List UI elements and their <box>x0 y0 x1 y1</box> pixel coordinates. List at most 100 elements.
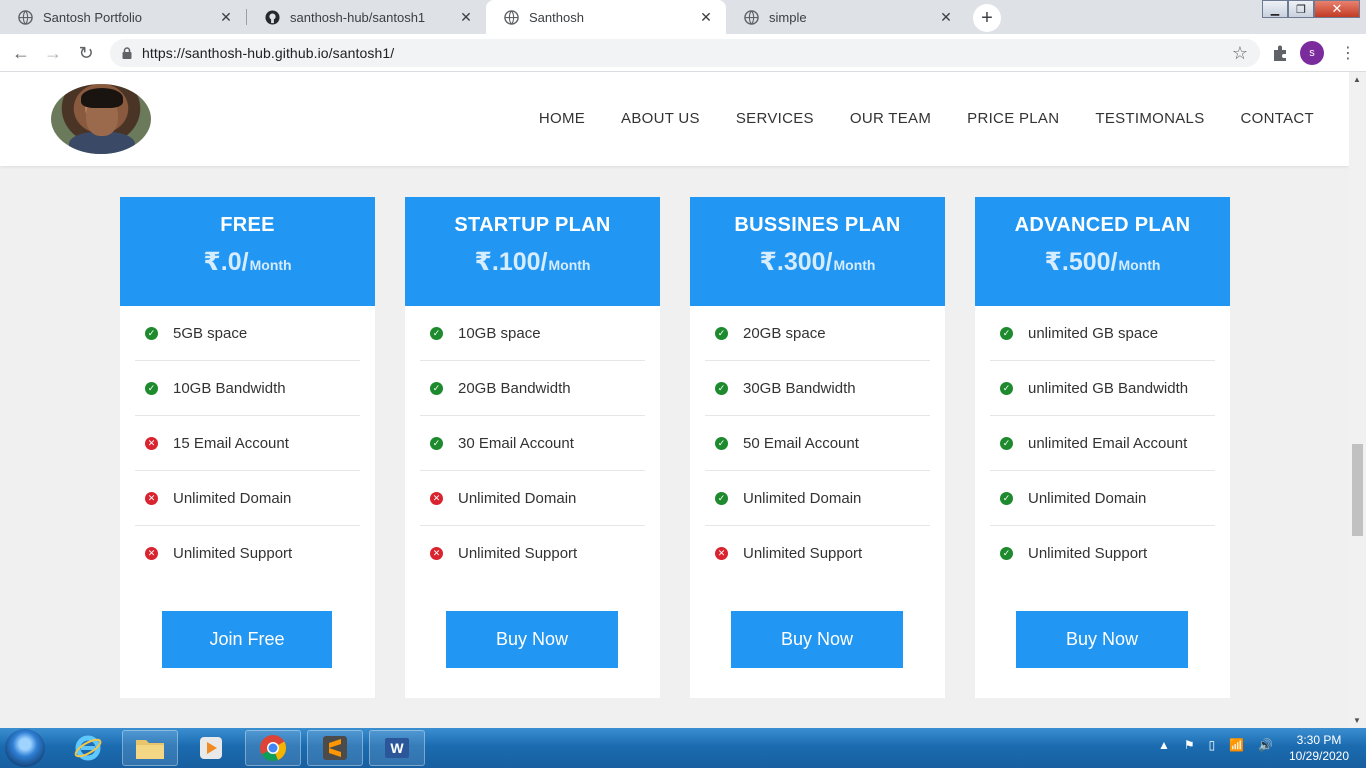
feature-item: ✓ 30GB Bandwidth <box>705 361 930 416</box>
extensions-icon[interactable] <box>1270 43 1290 63</box>
buy-now-button[interactable]: Buy Now <box>1016 611 1188 668</box>
feature-text: Unlimited Domain <box>173 489 292 507</box>
close-tab-icon[interactable]: ✕ <box>698 9 714 25</box>
nav-contact[interactable]: CONTACT <box>1241 110 1314 127</box>
media-player-icon-graphic <box>200 737 222 759</box>
plan-header: FREE ₹.0/Month <box>120 197 375 306</box>
feature-text: Unlimited Domain <box>1028 489 1147 507</box>
check-icon: ✓ <box>145 381 158 395</box>
feature-text: 30GB Bandwidth <box>743 379 856 397</box>
network-icon[interactable]: 📶 <box>1229 738 1244 752</box>
plan-price: ₹.0/Month <box>120 247 375 277</box>
show-hidden-icons-icon[interactable]: ▲ <box>1158 738 1170 752</box>
nav-our-team[interactable]: OUR TEAM <box>850 110 931 127</box>
nav-testimonals[interactable]: TESTIMONALS <box>1095 110 1204 127</box>
buy-now-button[interactable]: Buy Now <box>446 611 618 668</box>
system-tray: ▲ ⚑ ▯ 📶 🔊 <box>1158 738 1273 752</box>
plan-price: ₹.100/Month <box>405 247 660 277</box>
start-button[interactable] <box>5 729 45 767</box>
check-icon: ✓ <box>145 326 158 340</box>
lock-icon <box>122 47 132 59</box>
globe-icon <box>18 9 33 25</box>
plan-name: STARTUP PLAN <box>454 214 611 236</box>
feature-item: ✓ 10GB space <box>420 306 645 361</box>
browser-toolbar: ← → ↻ https://santhosh-hub.github.io/san… <box>0 34 1366 72</box>
volume-icon[interactable]: 🔊 <box>1258 738 1273 752</box>
close-window-button[interactable]: ✕ <box>1314 0 1360 18</box>
nav-services[interactable]: SERVICES <box>736 110 814 127</box>
tab-github-repo[interactable]: santhosh-hub/santosh1 ✕ <box>247 0 486 34</box>
battery-icon[interactable]: ▯ <box>1209 738 1216 752</box>
maximize-button[interactable]: ❐ <box>1288 0 1314 18</box>
feature-item: ✕ Unlimited Support <box>420 526 645 581</box>
nav-home[interactable]: HOME <box>539 110 585 127</box>
plan-header: STARTUP PLAN ₹.100/Month <box>405 197 660 306</box>
back-button[interactable]: ← <box>8 40 34 66</box>
check-icon: ✓ <box>430 436 443 450</box>
buy-now-button[interactable]: Buy Now <box>731 611 903 668</box>
flag-icon[interactable]: ⚑ <box>1184 738 1195 752</box>
feature-item: ✓ unlimited GB space <box>990 306 1215 361</box>
chrome-icon-graphic <box>260 735 287 762</box>
check-icon: ✓ <box>715 436 728 450</box>
media-player-icon[interactable] <box>183 730 239 766</box>
price-period: Month <box>548 257 591 273</box>
cross-icon: ✕ <box>430 547 443 560</box>
close-tab-icon[interactable]: ✕ <box>938 9 954 25</box>
vertical-scrollbar[interactable]: ▲ ▼ <box>1349 72 1366 728</box>
system-clock[interactable]: 3:30 PM 10/29/2020 <box>1284 732 1354 764</box>
bookmark-star-icon[interactable]: ☆ <box>1232 43 1248 64</box>
check-icon: ✓ <box>1000 547 1013 560</box>
svg-text:W: W <box>390 740 404 756</box>
cross-icon: ✕ <box>145 436 158 450</box>
check-icon: ✓ <box>1000 326 1013 340</box>
more-menu-icon[interactable]: ⋮ <box>1340 43 1356 63</box>
feature-text: 30 Email Account <box>458 434 574 452</box>
check-icon: ✓ <box>430 326 443 340</box>
feature-list: ✓ 20GB space ✓ 30GB Bandwidth ✓ 50 Email Ac… <box>690 306 945 581</box>
feature-text: 15 Email Account <box>173 434 289 452</box>
feature-item: ✓ unlimited GB Bandwidth <box>990 361 1215 416</box>
plan-price: ₹.300/Month <box>690 247 945 277</box>
scrollbar-thumb[interactable] <box>1352 444 1363 536</box>
reload-button[interactable]: ↻ <box>73 40 99 66</box>
tab-santosh-portfolio[interactable]: Santosh Portfolio ✕ <box>0 0 246 34</box>
cross-icon: ✕ <box>715 547 728 560</box>
folder-icon[interactable] <box>122 730 178 766</box>
sublime-text-icon-graphic <box>323 736 347 760</box>
close-tab-icon[interactable]: ✕ <box>218 9 234 25</box>
nav-price-plan[interactable]: PRICE PLAN <box>967 110 1059 127</box>
internet-explorer-icon-graphic <box>74 735 102 761</box>
price-period: Month <box>1118 257 1161 273</box>
profile-photo <box>51 84 151 154</box>
scroll-up-arrow-icon[interactable]: ▲ <box>1353 75 1361 84</box>
tab-title: simple <box>769 9 807 25</box>
profile-avatar[interactable]: s <box>1300 41 1324 65</box>
feature-item: ✓ 10GB Bandwidth <box>135 361 360 416</box>
feature-list: ✓ 5GB space ✓ 10GB Bandwidth ✕ 15 Email Acc… <box>120 306 375 581</box>
feature-text: Unlimited Domain <box>743 489 862 507</box>
chrome-icon[interactable] <box>245 730 301 766</box>
sublime-text-icon[interactable] <box>307 730 363 766</box>
address-bar[interactable]: https://santhosh-hub.github.io/santosh1/… <box>110 39 1260 67</box>
join-free-button[interactable]: Join Free <box>162 611 332 668</box>
feature-text: 5GB space <box>173 324 248 342</box>
feature-text: unlimited Email Account <box>1028 434 1188 452</box>
clock-time: 3:30 PM <box>1296 733 1342 747</box>
tab-simple[interactable]: simple ✕ <box>726 0 966 34</box>
minimize-button[interactable]: ▁ <box>1262 0 1288 18</box>
word-icon[interactable]: W <box>369 730 425 766</box>
forward-button[interactable]: → <box>40 40 66 66</box>
new-tab-button[interactable]: + <box>973 4 1001 32</box>
github-icon <box>265 9 280 25</box>
check-icon: ✓ <box>1000 491 1013 505</box>
feature-item: ✕ Unlimited Support <box>135 526 360 581</box>
nav-about-us[interactable]: ABOUT US <box>621 110 700 127</box>
tab-santhosh[interactable]: Santhosh ✕ <box>486 0 726 34</box>
clock-date: 10/29/2020 <box>1288 749 1350 763</box>
scroll-down-arrow-icon[interactable]: ▼ <box>1353 716 1361 725</box>
feature-item: ✕ Unlimited Domain <box>420 471 645 526</box>
plan-header: BUSSINES PLAN ₹.300/Month <box>690 197 945 306</box>
internet-explorer-icon[interactable] <box>60 730 116 766</box>
close-tab-icon[interactable]: ✕ <box>458 9 474 25</box>
